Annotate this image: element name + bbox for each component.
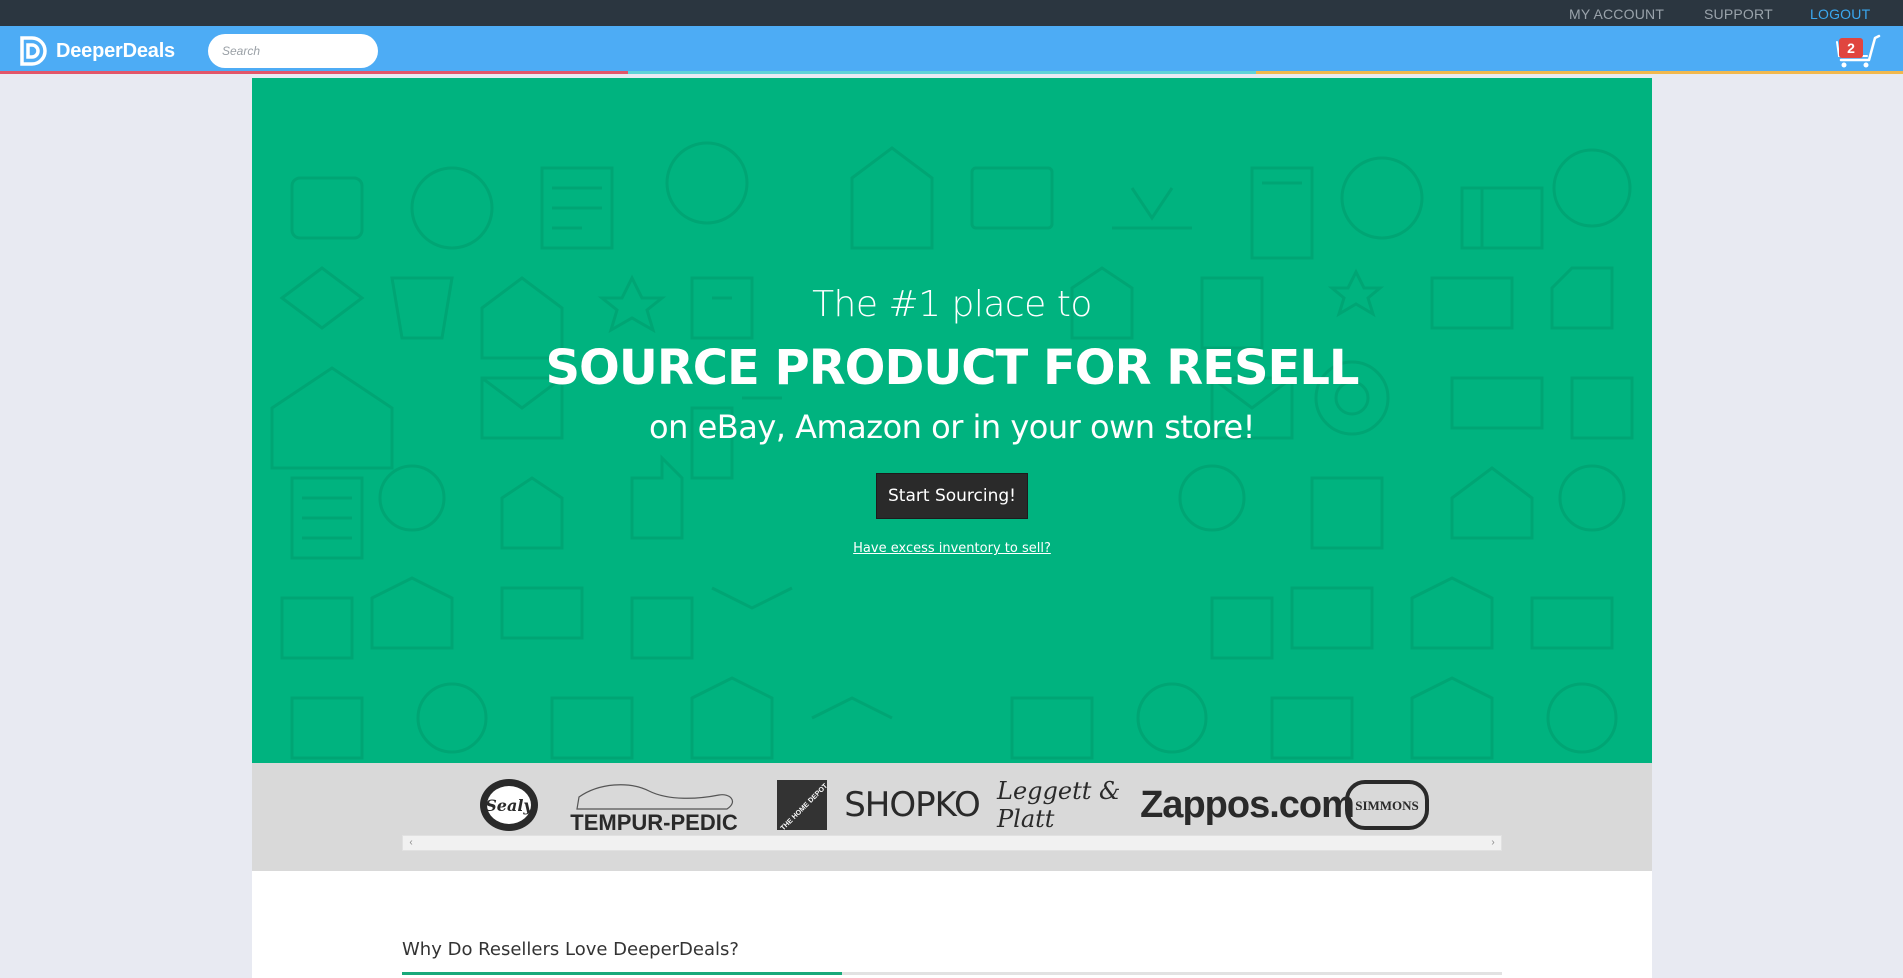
deeperdeals-logo-icon	[20, 36, 47, 66]
search-input[interactable]	[208, 34, 378, 68]
hero-banner: The #1 place to SOURCE PRODUCT FOR RESEL…	[252, 78, 1652, 763]
logo-text: DeeperDeals	[56, 39, 175, 62]
why-section-divider-accent	[402, 972, 842, 975]
brand-label-tempur-pedic: TEMPUR-PEDIC	[570, 810, 738, 835]
simmons-logo-icon: SIMMONS	[1345, 780, 1429, 830]
why-section-divider	[402, 972, 1502, 975]
support-link[interactable]: SUPPORT	[1704, 6, 1773, 22]
cart-count-badge: 2	[1839, 38, 1863, 58]
why-section-title: Why Do Resellers Love DeeperDeals?	[402, 939, 739, 960]
brand-label-simmons: SIMMONS	[1355, 798, 1419, 813]
main-navbar: DeeperDeals 2	[0, 26, 1903, 74]
brand-logos: Sealy TEMPUR-PEDIC THE HOME DEPOT SHOPKO…	[477, 775, 1437, 835]
sell-inventory-link[interactable]: Have excess inventory to sell?	[252, 541, 1652, 556]
brand-logo-home-depot[interactable]: THE HOME DEPOT	[777, 775, 827, 835]
cart-button[interactable]: 2	[1833, 34, 1883, 70]
hero-headline: SOURCE PRODUCT FOR RESELL	[545, 340, 1359, 396]
brand-logo-simmons[interactable]: SIMMONS	[1342, 775, 1432, 835]
color-stripe	[0, 71, 1903, 74]
brand-logo-sealy[interactable]: Sealy	[477, 775, 541, 835]
scroll-right-arrow-icon[interactable]: ›	[1485, 836, 1501, 850]
brand-label-sealy: Sealy	[485, 796, 534, 815]
scroll-left-arrow-icon[interactable]: ‹	[403, 836, 419, 850]
start-sourcing-button[interactable]: Start Sourcing!	[876, 473, 1028, 519]
brand-carousel-scrollbar[interactable]: ‹ ›	[402, 835, 1502, 851]
tempur-pedic-logo-icon: TEMPUR-PEDIC	[570, 784, 738, 835]
top-utility-bar: MY ACCOUNT SUPPORT LOGOUT	[0, 0, 1903, 26]
brand-logo-leggett-platt[interactable]: Leggett & Platt	[997, 775, 1157, 835]
why-section: Why Do Resellers Love DeeperDeals?	[252, 871, 1652, 978]
site-logo[interactable]: DeeperDeals	[18, 35, 175, 67]
logout-link[interactable]: LOGOUT	[1810, 6, 1870, 22]
brand-logo-shopko[interactable]: SHOPKO	[844, 775, 981, 835]
hero-subheadline: on eBay, Amazon or in your own store!	[649, 408, 1255, 446]
home-depot-logo-icon: THE HOME DEPOT	[777, 780, 827, 830]
my-account-link[interactable]: MY ACCOUNT	[1569, 6, 1664, 22]
brand-logo-zappos[interactable]: Zappos.com	[1140, 775, 1355, 835]
sealy-logo-icon: Sealy	[480, 779, 538, 831]
hero-tagline-top: The #1 place to	[812, 284, 1092, 325]
brand-logo-tempur-pedic[interactable]: TEMPUR-PEDIC	[559, 775, 749, 835]
brand-carousel: Sealy TEMPUR-PEDIC THE HOME DEPOT SHOPKO…	[252, 763, 1652, 871]
